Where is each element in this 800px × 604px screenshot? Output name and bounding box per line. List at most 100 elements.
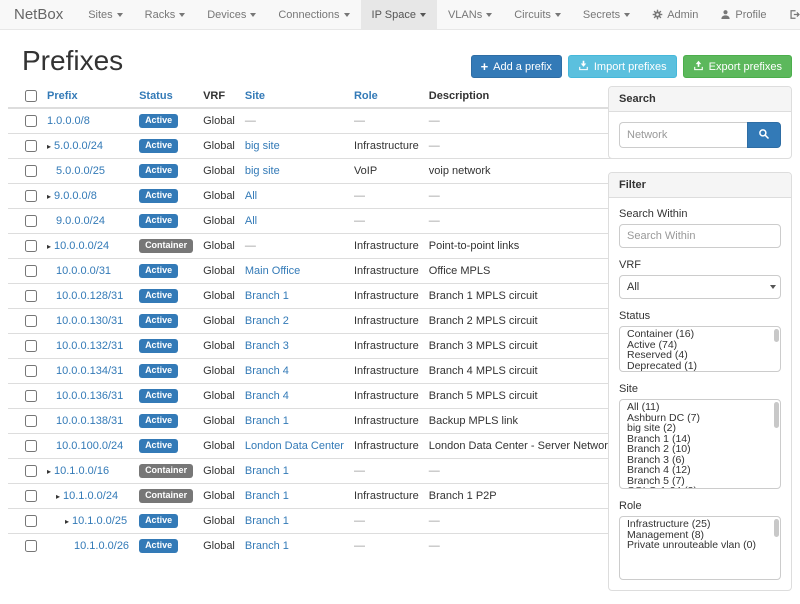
site-link[interactable]: Branch 1 [245,540,289,552]
select-all-checkbox[interactable] [25,90,37,102]
row-checkbox[interactable] [25,115,37,127]
row-checkbox[interactable] [25,465,37,477]
row-checkbox[interactable] [25,415,37,427]
scrollbar-thumb[interactable] [774,402,779,428]
site-cell: Branch 3 [240,334,349,359]
row-checkbox[interactable] [25,315,37,327]
search-input[interactable] [619,122,747,148]
nav-item-secrets[interactable]: Secrets [572,0,641,29]
role-listbox[interactable]: Infrastructure (25)Management (8)Private… [619,516,781,580]
prefix-link[interactable]: 9.0.0.0/24 [56,215,105,227]
site-listbox[interactable]: All (11)Ashburn DC (7)big site (2)Branch… [619,399,781,489]
nav-item-connections[interactable]: Connections [267,0,360,29]
prefix-link[interactable]: 10.0.0.0/24 [54,240,109,252]
row-checkbox[interactable] [25,190,37,202]
prefix-link[interactable]: 10.1.0.0/25 [72,515,127,527]
row-checkbox[interactable] [25,540,37,552]
prefix-link[interactable]: 9.0.0.0/8 [54,190,97,202]
prefix-link[interactable]: 10.0.0.0/31 [56,265,111,277]
prefix-link[interactable]: 5.0.0.0/25 [56,165,105,177]
column-header-prefix[interactable]: Prefix [42,86,134,108]
nav-item-racks[interactable]: Racks [134,0,197,29]
status-listbox[interactable]: Container (16)Active (74)Reserved (4)Dep… [619,326,781,372]
column-header-role[interactable]: Role [349,86,424,108]
site-link[interactable]: big site [245,165,280,177]
listbox-option[interactable]: Branch 4 (12) [620,465,780,476]
row-checkbox[interactable] [25,515,37,527]
site-link[interactable]: Branch 3 [245,340,289,352]
prefix-link[interactable]: 10.0.0.132/31 [56,340,123,352]
prefix-link[interactable]: 5.0.0.0/24 [54,140,103,152]
site-link[interactable]: big site [245,140,280,152]
listbox-option[interactable]: COLO-1-24 (3) [620,486,780,489]
import-prefixes-button[interactable]: Import prefixes [568,55,677,78]
listbox-option[interactable]: Container (16) [620,329,780,340]
site-cell: big site [240,159,349,184]
site-link[interactable]: All [245,190,257,202]
nav-item-circuits[interactable]: Circuits [503,0,572,29]
prefix-link[interactable]: 10.1.0.0/26 [74,540,129,552]
vrf-select[interactable]: All [619,275,781,299]
brand-logo[interactable]: NetBox [0,0,77,29]
listbox-option[interactable]: big site (2) [620,423,780,434]
column-header-status[interactable]: Status [134,86,198,108]
site-link[interactable]: Branch 1 [245,465,289,477]
row-checkbox[interactable] [25,440,37,452]
listbox-option[interactable]: Private unrouteable vlan (0) [620,540,780,551]
prefix-link[interactable]: 10.0.0.134/31 [56,365,123,377]
row-checkbox[interactable] [25,365,37,377]
nav-item-sites[interactable]: Sites [77,0,133,29]
site-link[interactable]: Branch 1 [245,415,289,427]
row-checkbox[interactable] [25,340,37,352]
nav-item-ip-space[interactable]: IP Space [361,0,437,29]
row-checkbox[interactable] [25,140,37,152]
site-link[interactable]: Branch 2 [245,315,289,327]
nav-item-devices[interactable]: Devices [196,0,267,29]
row-checkbox[interactable] [25,390,37,402]
nav-admin[interactable]: Admin [641,0,709,29]
row-checkbox[interactable] [25,490,37,502]
prefix-link[interactable]: 10.0.0.138/31 [56,415,123,427]
prefix-link[interactable]: 10.1.0.0/24 [63,490,118,502]
status-badge: Active [139,314,178,328]
nav-item-vlans[interactable]: VLANs [437,0,503,29]
export-prefixes-button[interactable]: Export prefixes [683,55,792,78]
role-value: Infrastructure [354,240,419,252]
listbox-option[interactable]: Management (8) [620,530,780,541]
scrollbar-thumb[interactable] [774,329,779,342]
site-link[interactable]: Branch 4 [245,365,289,377]
prefix-link[interactable]: 10.1.0.0/16 [54,465,109,477]
site-link[interactable]: London Data Center [245,440,344,452]
listbox-option[interactable]: Deprecated (1) [620,361,780,372]
row-checkbox[interactable] [25,290,37,302]
prefix-link[interactable]: 1.0.0.0/8 [47,115,90,127]
status-cell: Active [134,534,198,559]
search-within-input[interactable] [619,224,781,248]
prefix-link[interactable]: 10.0.0.130/31 [56,315,123,327]
listbox-option[interactable]: All (11) [620,402,780,413]
row-checkbox[interactable] [25,165,37,177]
listbox-option[interactable]: Infrastructure (25) [620,519,780,530]
site-link[interactable]: Main Office [245,265,300,277]
table-row: 10.1.0.0/26ActiveGlobalBranch 1—— [8,534,618,559]
nav-profile[interactable]: Profile [709,0,777,29]
add-prefix-button[interactable]: + Add a prefix [471,55,562,78]
row-checkbox[interactable] [25,265,37,277]
site-link[interactable]: Branch 1 [245,490,289,502]
listbox-option[interactable]: Branch 2 (10) [620,444,780,455]
site-link[interactable]: Branch 4 [245,390,289,402]
prefix-link[interactable]: 10.0.100.0/24 [56,440,123,452]
listbox-option[interactable]: Reserved (4) [620,350,780,361]
site-link[interactable]: All [245,215,257,227]
site-link[interactable]: Branch 1 [245,290,289,302]
prefix-link[interactable]: 10.0.0.136/31 [56,390,123,402]
row-checkbox[interactable] [25,215,37,227]
nav-logout[interactable]: Log out [778,0,800,29]
description-cell: — [424,184,619,209]
site-link[interactable]: Branch 1 [245,515,289,527]
column-header-site[interactable]: Site [240,86,349,108]
row-checkbox[interactable] [25,240,37,252]
prefix-link[interactable]: 10.0.0.128/31 [56,290,123,302]
scrollbar-thumb[interactable] [774,519,779,537]
search-button[interactable] [747,122,781,148]
